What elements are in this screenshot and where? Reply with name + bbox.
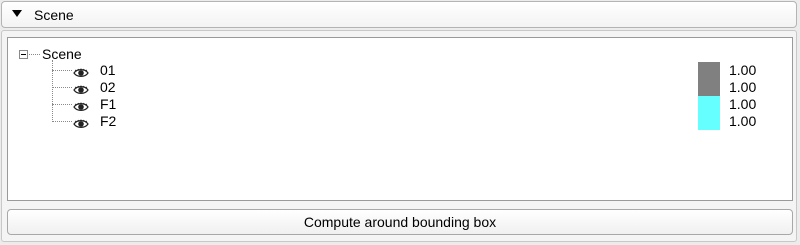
- tree-item-row[interactable]: F2 1.00: [8, 113, 792, 130]
- scene-panel-body: Scene 01 1.00 02 1.00 F1 1.00 F2 1.00 Compute a…: [1, 30, 797, 242]
- tree-connector: [52, 121, 72, 122]
- eye-icon[interactable]: [73, 82, 89, 94]
- eye-icon[interactable]: [73, 99, 89, 111]
- tree-item-row[interactable]: 01 1.00: [8, 62, 792, 79]
- eye-icon[interactable]: [73, 65, 89, 77]
- tree-item-label: 01: [100, 62, 116, 78]
- opacity-value: 1.00: [729, 62, 757, 78]
- color-swatch[interactable]: [698, 113, 720, 130]
- tree-item-row[interactable]: 02 1.00: [8, 79, 792, 96]
- scene-panel-header[interactable]: Scene: [1, 1, 797, 28]
- tree-item-label: 02: [100, 79, 116, 95]
- color-swatch[interactable]: [698, 79, 720, 96]
- collapse-node-icon[interactable]: [19, 50, 28, 59]
- opacity-value: 1.00: [729, 79, 757, 95]
- scene-tree-view[interactable]: Scene 01 1.00 02 1.00 F1 1.00 F2 1.00: [7, 37, 793, 201]
- tree-item-label: F2: [100, 113, 117, 129]
- tree-item-row[interactable]: F1 1.00: [8, 96, 792, 113]
- compute-bounding-box-button[interactable]: Compute around bounding box: [7, 209, 793, 235]
- collapse-triangle-icon[interactable]: [12, 10, 22, 17]
- opacity-value: 1.00: [729, 96, 757, 112]
- tree-connector: [52, 104, 72, 105]
- eye-icon[interactable]: [73, 116, 89, 128]
- panel-title: Scene: [34, 7, 74, 23]
- tree-connector: [29, 54, 40, 55]
- tree-item-label: F1: [100, 96, 117, 112]
- tree-connector: [52, 87, 72, 88]
- color-swatch[interactable]: [698, 62, 720, 79]
- opacity-value: 1.00: [729, 113, 757, 129]
- tree-connector: [52, 70, 72, 71]
- tree-root-label[interactable]: Scene: [42, 46, 82, 62]
- color-swatch[interactable]: [698, 96, 720, 113]
